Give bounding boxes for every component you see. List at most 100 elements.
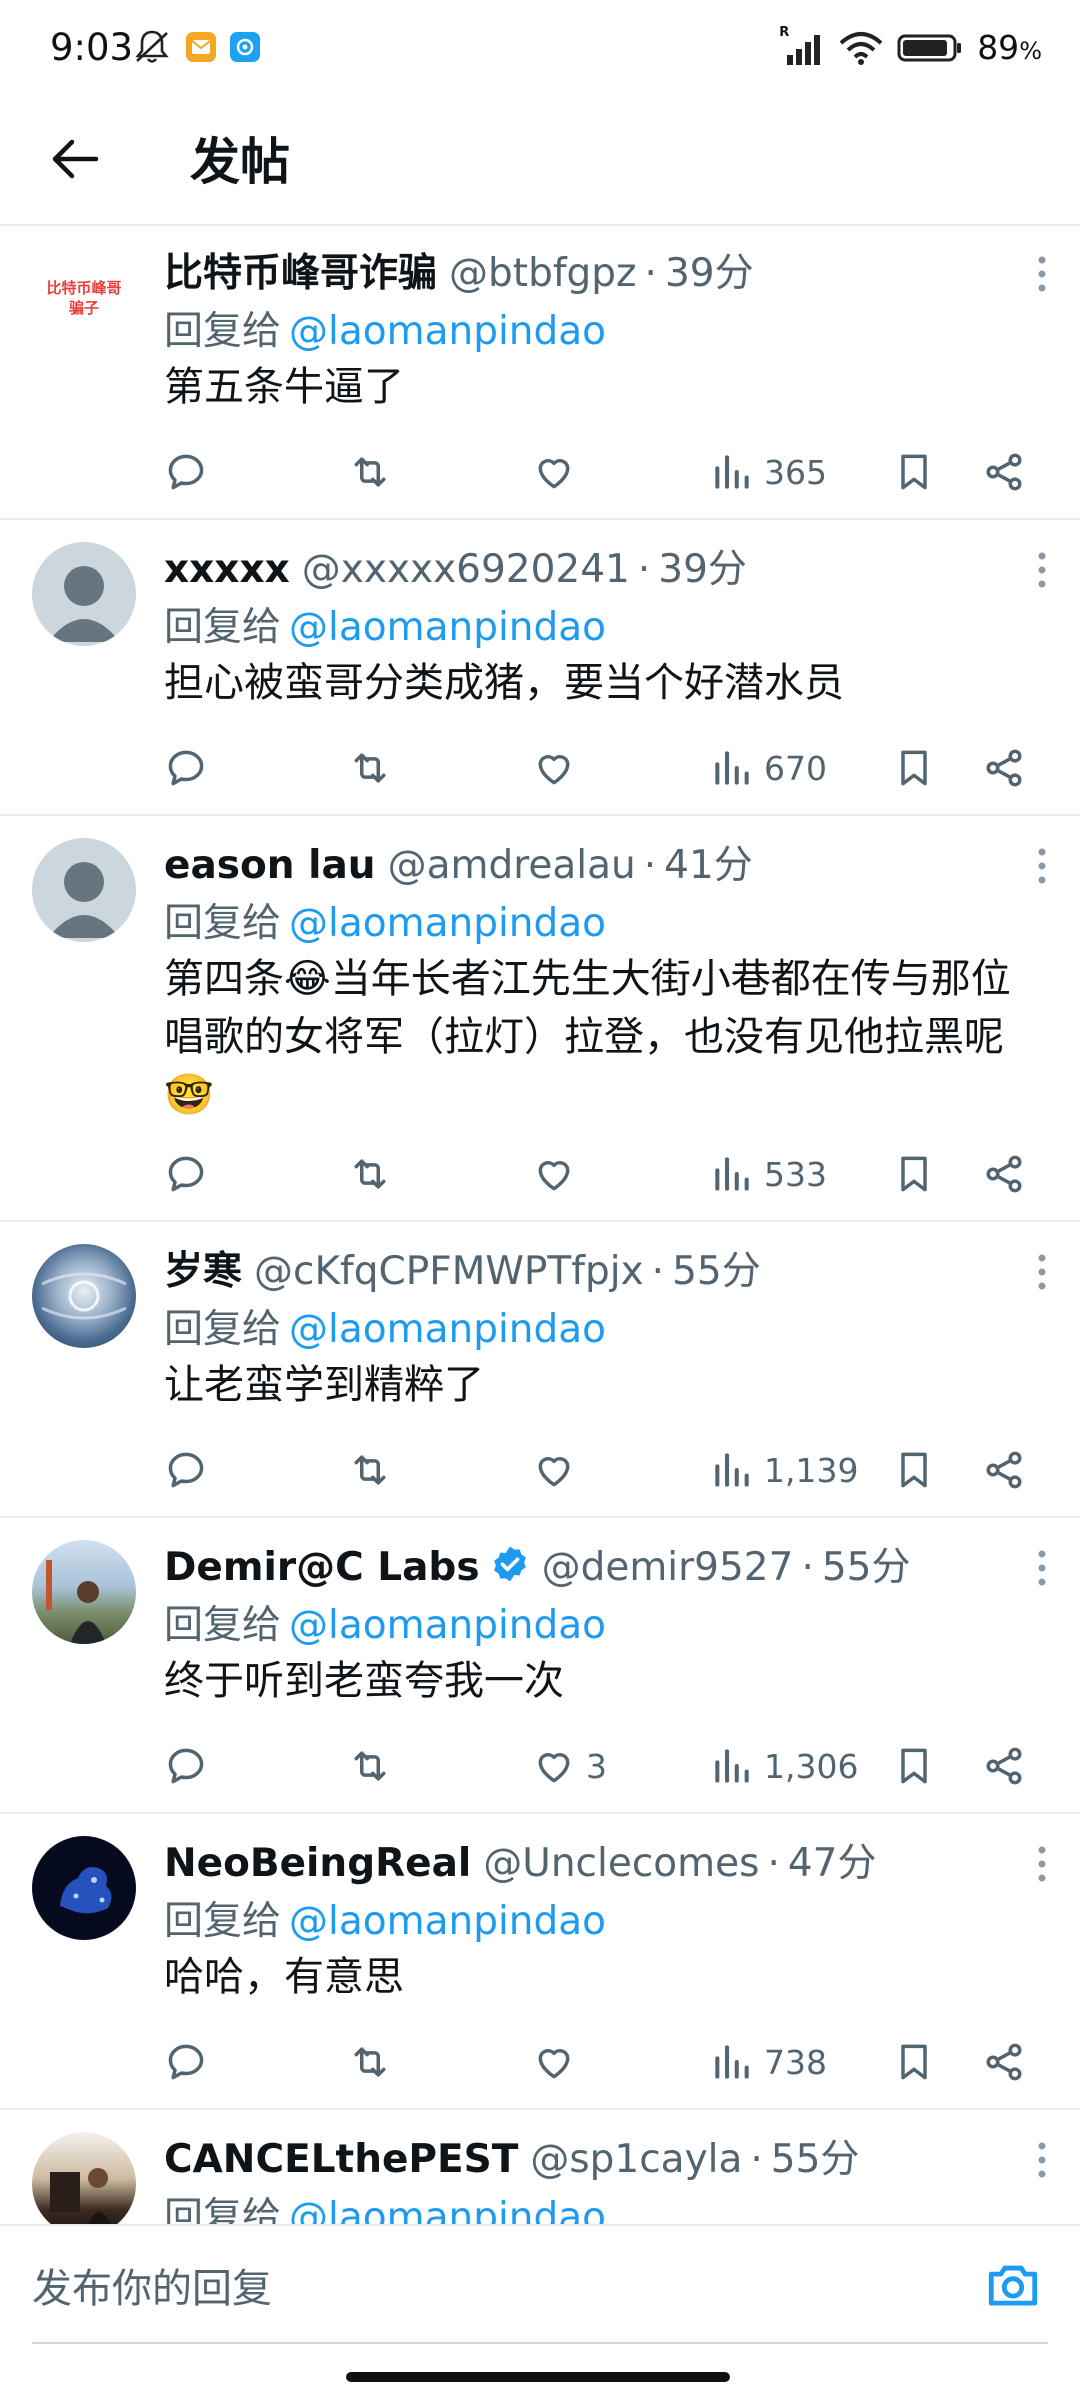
share-button[interactable]: [982, 442, 1026, 502]
reply-item[interactable]: Demir@C Labs @demir9527 · 55分 回复给 @laoman…: [0, 1518, 1080, 1814]
retweet-button[interactable]: [348, 1736, 392, 1796]
reply-item[interactable]: 比特币峰哥骗子 比特币峰哥诈骗 @btbfgpz · 39分 回复给 @laoma…: [0, 224, 1080, 520]
retweet-button[interactable]: [348, 738, 392, 798]
share-button[interactable]: [982, 2032, 1026, 2092]
reply-item[interactable]: eason lau @amdrealau · 41分 回复给 @laomanpin…: [0, 816, 1080, 1222]
views-button[interactable]: 1,139: [710, 1440, 858, 1500]
avatar[interactable]: [32, 542, 136, 646]
more-options-icon[interactable]: [1032, 2140, 1052, 2180]
reply-button[interactable]: [164, 1736, 208, 1796]
share-button[interactable]: [982, 1736, 1026, 1796]
reply-to-mention[interactable]: @laomanpindao: [289, 1603, 606, 1648]
user-handle[interactable]: @btbfgpz: [449, 251, 637, 296]
back-button[interactable]: [40, 124, 110, 194]
views-button[interactable]: 1,306: [710, 1736, 858, 1796]
reply-button[interactable]: [164, 2032, 208, 2092]
avatar[interactable]: [32, 1836, 136, 1940]
views-button[interactable]: 365: [710, 442, 827, 502]
reply-to-mention[interactable]: @laomanpindao: [289, 1899, 606, 1944]
post-time: 55分: [672, 1249, 761, 1294]
reply-to-mention[interactable]: @laomanpindao: [289, 901, 606, 946]
like-button[interactable]: [532, 442, 586, 502]
camera-icon[interactable]: [984, 2256, 1042, 2314]
bookmark-button[interactable]: [892, 738, 936, 798]
reply-item[interactable]: CANCELthePEST @sp1cayla · 55分 回复给 @laoman…: [0, 2110, 1080, 2224]
like-button[interactable]: [532, 1440, 586, 1500]
more-options-icon[interactable]: [1032, 1252, 1052, 1292]
avatar[interactable]: [32, 1244, 136, 1348]
retweet-button[interactable]: [348, 2032, 392, 2092]
reply-item[interactable]: 岁寒 @cKfqCPFMWPTfpjx · 55分 回复给 @laomanpind…: [0, 1222, 1080, 1518]
reply-to-mention[interactable]: @laomanpindao: [289, 309, 606, 354]
reply-to-mention[interactable]: @laomanpindao: [289, 2195, 606, 2224]
post-time: 39分: [658, 547, 747, 592]
display-name[interactable]: eason lau: [164, 843, 376, 888]
avatar[interactable]: [32, 2132, 136, 2224]
user-handle[interactable]: @demir9527: [542, 1545, 794, 1590]
post-time: 55分: [821, 1545, 911, 1590]
display-name[interactable]: xxxxx: [164, 547, 290, 592]
view-count: 365: [764, 452, 827, 492]
share-button[interactable]: [982, 1144, 1026, 1204]
reply-prefix: 回复给: [164, 1603, 282, 1648]
bookmark-button[interactable]: [892, 1736, 936, 1796]
views-button[interactable]: 670: [710, 738, 827, 798]
home-indicator[interactable]: [346, 2372, 730, 2382]
user-handle[interactable]: @Unclecomes: [483, 1841, 759, 1886]
post-time: 55分: [770, 2137, 860, 2182]
share-button[interactable]: [982, 738, 1026, 798]
reply-button[interactable]: [164, 738, 208, 798]
reply-input[interactable]: 发布你的回复: [32, 2250, 972, 2320]
reply-icon: [168, 1156, 204, 1192]
more-options-icon[interactable]: [1032, 846, 1052, 886]
display-name[interactable]: Demir@C Labs: [164, 1545, 480, 1590]
reply-text: 担心被蛮哥分类成猪，要当个好潜水员: [164, 660, 844, 706]
user-handle[interactable]: @xxxxx6920241: [302, 547, 630, 592]
more-options-icon[interactable]: [1032, 1844, 1052, 1884]
like-button[interactable]: [532, 2032, 586, 2092]
reply-button[interactable]: [164, 1440, 208, 1500]
display-name[interactable]: 比特币峰哥诈骗: [164, 242, 437, 298]
avatar[interactable]: 比特币峰哥骗子: [32, 246, 136, 350]
display-name[interactable]: 岁寒: [164, 1240, 242, 1296]
avatar[interactable]: [32, 1540, 136, 1644]
more-options-icon[interactable]: [1032, 1548, 1052, 1588]
like-button[interactable]: [532, 1144, 586, 1204]
like-button[interactable]: [532, 738, 586, 798]
user-handle[interactable]: @sp1cayla: [530, 2137, 742, 2182]
share-button[interactable]: [982, 1440, 1026, 1500]
bookmark-button[interactable]: [892, 2032, 936, 2092]
reply-button[interactable]: [164, 1144, 208, 1204]
reply-item[interactable]: NeoBeingReal @Unclecomes · 47分 回复给 @laoma…: [0, 1814, 1080, 2110]
avatar[interactable]: [32, 838, 136, 942]
reply-button[interactable]: [164, 442, 208, 502]
views-button[interactable]: 738: [710, 2032, 827, 2092]
more-options-icon[interactable]: [1032, 550, 1052, 590]
bookmark-button[interactable]: [892, 1440, 936, 1500]
views-button[interactable]: 533: [710, 1144, 827, 1204]
reply-prefix: 回复给: [164, 901, 282, 946]
reply-text: 第五条牛逼了: [164, 364, 404, 410]
post-time: 39分: [664, 251, 754, 296]
reply-item[interactable]: xxxxx @xxxxx6920241 · 39分 回复给 @laomanpind…: [0, 520, 1080, 816]
wifi-icon: [839, 31, 883, 65]
post-time: 47分: [787, 1841, 877, 1886]
bookmark-button[interactable]: [892, 442, 936, 502]
retweet-button[interactable]: [348, 1440, 392, 1500]
display-name[interactable]: NeoBeingReal: [164, 1841, 471, 1886]
user-handle[interactable]: @cKfqCPFMWPTfpjx: [254, 1249, 644, 1294]
display-name[interactable]: CANCELthePEST: [164, 2137, 518, 2182]
reply-prefix: 回复给: [164, 2195, 282, 2224]
reply-list[interactable]: 比特币峰哥骗子 比特币峰哥诈骗 @btbfgpz · 39分 回复给 @laoma…: [0, 224, 1080, 2224]
user-handle[interactable]: @amdrealau: [388, 843, 636, 888]
bookmark-button[interactable]: [892, 1144, 936, 1204]
avatar-image: [50, 2168, 111, 2224]
retweet-button[interactable]: [348, 1144, 392, 1204]
view-count: 738: [764, 2042, 827, 2082]
reply-icon: [168, 2044, 204, 2080]
more-options-icon[interactable]: [1032, 254, 1052, 294]
reply-to-mention[interactable]: @laomanpindao: [289, 1307, 606, 1352]
like-button[interactable]: 3: [532, 1736, 607, 1796]
reply-to-mention[interactable]: @laomanpindao: [289, 605, 606, 650]
retweet-button[interactable]: [348, 442, 392, 502]
